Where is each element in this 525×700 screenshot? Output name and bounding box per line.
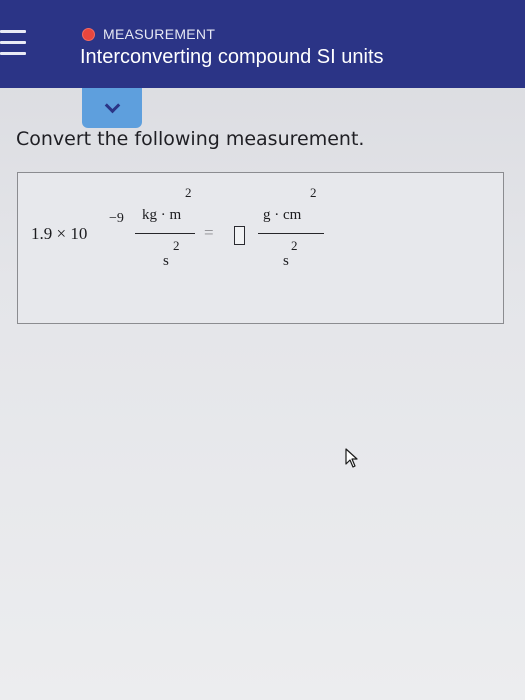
menu-icon-bar — [0, 30, 26, 33]
coefficient: 1.9 × 10 — [31, 224, 88, 243]
mouse-cursor-icon — [345, 448, 358, 468]
menu-icon[interactable] — [0, 30, 30, 62]
left-denominator-unit: s — [163, 253, 169, 269]
menu-icon-bar — [0, 41, 26, 44]
right-fraction-bar — [258, 233, 324, 234]
right-denominator-unit: s — [283, 253, 289, 269]
equals-sign: = — [204, 223, 214, 242]
left-numerator-power: 2 — [185, 185, 192, 200]
left-denominator-power: 2 — [173, 238, 180, 253]
topic-status-icon — [82, 27, 95, 41]
left-fraction-bar — [135, 233, 195, 234]
expand-toggle-button[interactable] — [82, 88, 142, 128]
menu-icon-bar — [0, 52, 26, 55]
right-denominator-power: 2 — [291, 238, 298, 253]
left-numerator-unit: kg · m — [142, 207, 182, 223]
top-bar: MEASUREMENT Interconverting compound SI … — [0, 0, 525, 88]
answer-input[interactable] — [234, 226, 245, 245]
question-prompt: Convert the following measurement. — [16, 128, 365, 150]
exponent: −9 — [109, 211, 124, 226]
topic-row: MEASUREMENT — [82, 25, 215, 43]
problem-panel: 1.9 × 10 −9 2 kg · m 2 s = 2 g · cm 2 s — [17, 172, 504, 324]
page-title: Interconverting compound SI units — [80, 46, 384, 68]
right-numerator-power: 2 — [310, 185, 317, 200]
chevron-down-icon — [104, 97, 120, 113]
right-numerator-unit: g · cm — [263, 207, 302, 223]
topic-label: MEASUREMENT — [103, 26, 216, 42]
